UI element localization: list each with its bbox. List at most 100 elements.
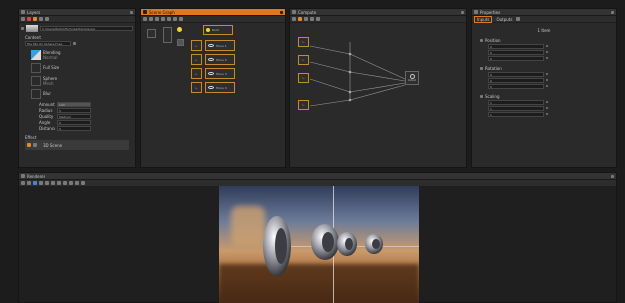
graph-node-small[interactable]: [177, 39, 184, 46]
scaling-x[interactable]: 1: [488, 99, 544, 105]
renderer-panel: Renderer: [18, 172, 617, 303]
tool-icon[interactable]: [21, 181, 25, 185]
add-layer-icon[interactable]: [21, 17, 25, 21]
menu-icon[interactable]: [316, 17, 320, 21]
tool-icon[interactable]: [69, 181, 73, 185]
keyframe-icon[interactable]: [546, 85, 548, 87]
link-icon[interactable]: [73, 41, 76, 45]
prop-value[interactable]: Medium: [57, 113, 91, 119]
layer-item[interactable]: Sphere Mesh: [31, 74, 129, 87]
keyframe-icon[interactable]: [546, 51, 548, 53]
expand-icon[interactable]: [21, 26, 24, 30]
render-viewport[interactable]: [219, 186, 419, 303]
expand-icon[interactable]: [480, 38, 483, 42]
layer-item[interactable]: Blending Normal: [31, 48, 129, 61]
duplicate-icon[interactable]: [39, 17, 43, 21]
transform-node[interactable]: ∟: [191, 82, 202, 93]
expand-icon[interactable]: [480, 66, 483, 70]
torus-node[interactable]: Torus 1: [205, 40, 235, 51]
close-icon[interactable]: [130, 10, 133, 14]
close-icon[interactable]: [280, 10, 283, 14]
group-icon[interactable]: [33, 17, 37, 21]
close-icon[interactable]: [611, 10, 614, 14]
position-x[interactable]: 0: [488, 43, 544, 49]
scaling-z[interactable]: 1: [488, 111, 544, 117]
close-icon[interactable]: [611, 174, 614, 178]
compute-input-node[interactable]: ∟: [298, 100, 309, 110]
transform-node[interactable]: ∟: [191, 54, 202, 65]
rotation-x[interactable]: 0: [488, 71, 544, 77]
transform-node[interactable]: ∟: [191, 40, 202, 51]
file-path-field[interactable]: C:/Users/Public/Pictures/Sample.jpg: [40, 25, 133, 31]
position-z[interactable]: 0: [488, 55, 544, 61]
graph-node-small[interactable]: [147, 29, 156, 38]
expand-icon[interactable]: [480, 94, 483, 98]
keyframe-icon[interactable]: [546, 113, 548, 115]
effect-item[interactable]: 3D Scene: [25, 140, 129, 150]
torus-node[interactable]: Torus 3: [205, 68, 235, 79]
menu-icon[interactable]: [45, 17, 49, 21]
keyframe-icon[interactable]: [546, 73, 548, 75]
tool-icon[interactable]: [155, 17, 159, 21]
layer-item[interactable]: Full Size: [31, 61, 129, 74]
scaling-y[interactable]: 1: [488, 105, 544, 111]
properties-tabs: Inputs Outputs: [472, 15, 616, 23]
tool-icon[interactable]: [304, 17, 308, 21]
menu-icon[interactable]: [179, 17, 183, 21]
section-label: Scaling: [485, 93, 500, 99]
tool-icon[interactable]: [51, 181, 55, 185]
delete-layer-icon[interactable]: [27, 17, 31, 21]
compute-input-node[interactable]: ∟: [298, 73, 309, 83]
tool-icon[interactable]: [167, 17, 171, 21]
tool-icon[interactable]: [292, 17, 296, 21]
tool-icon[interactable]: [310, 17, 314, 21]
prop-value[interactable]: 5: [57, 107, 91, 113]
tool-icon[interactable]: [57, 181, 61, 185]
torus-node[interactable]: Torus 4: [205, 82, 235, 93]
rotation-z[interactable]: 0: [488, 83, 544, 89]
content-label: Content: [25, 34, 41, 40]
tool-icon[interactable]: [149, 17, 153, 21]
tool-icon[interactable]: [33, 181, 37, 185]
keyframe-icon[interactable]: [546, 107, 548, 109]
effect-item-label: 3D Scene: [43, 142, 63, 148]
tool-icon[interactable]: [27, 181, 31, 185]
tool-icon[interactable]: [298, 17, 302, 21]
torus-node[interactable]: Torus 2: [205, 54, 235, 65]
tab-outputs[interactable]: Outputs: [494, 17, 514, 22]
compute-input-node[interactable]: ∟: [298, 55, 309, 65]
graph-node-small[interactable]: [163, 27, 172, 43]
keyframe-icon[interactable]: [546, 79, 548, 81]
tool-icon[interactable]: [143, 17, 147, 21]
rotation-y[interactable]: 0: [488, 77, 544, 83]
close-icon[interactable]: [461, 10, 464, 14]
prop-value[interactable]: 0: [57, 119, 91, 125]
torus-icon: [208, 58, 214, 61]
tool-icon[interactable]: [161, 17, 165, 21]
layer-item[interactable]: Blur: [31, 87, 129, 100]
menu-icon[interactable]: [516, 17, 521, 21]
keyframe-icon[interactable]: [546, 101, 548, 103]
prop-value[interactable]: 100: [57, 101, 91, 107]
layer-item-label: Blending: [43, 49, 61, 55]
content-field[interactable]: File Mix 01 Sphere.Fuse: [25, 40, 71, 46]
prop-label: Distance: [39, 125, 55, 131]
transform-node[interactable]: ∟: [191, 68, 202, 79]
sphere-thumbnail: [31, 75, 41, 86]
keyframe-icon[interactable]: [546, 57, 548, 59]
tool-icon[interactable]: [173, 17, 177, 21]
root-node[interactable]: Root: [203, 25, 233, 35]
position-y[interactable]: 0: [488, 49, 544, 55]
prop-value[interactable]: 0: [57, 125, 91, 131]
tool-icon[interactable]: [39, 181, 43, 185]
tab-inputs[interactable]: Inputs: [474, 15, 493, 23]
output-node[interactable]: Output: [405, 71, 419, 85]
properties-header: Properties: [472, 9, 616, 16]
tool-icon[interactable]: [45, 181, 49, 185]
compute-input-node[interactable]: ∟: [298, 37, 309, 47]
tool-icon[interactable]: [75, 181, 79, 185]
keyframe-icon[interactable]: [546, 45, 548, 47]
tool-icon[interactable]: [63, 181, 67, 185]
visible-icon[interactable]: [33, 143, 37, 147]
tool-icon[interactable]: [81, 181, 85, 185]
